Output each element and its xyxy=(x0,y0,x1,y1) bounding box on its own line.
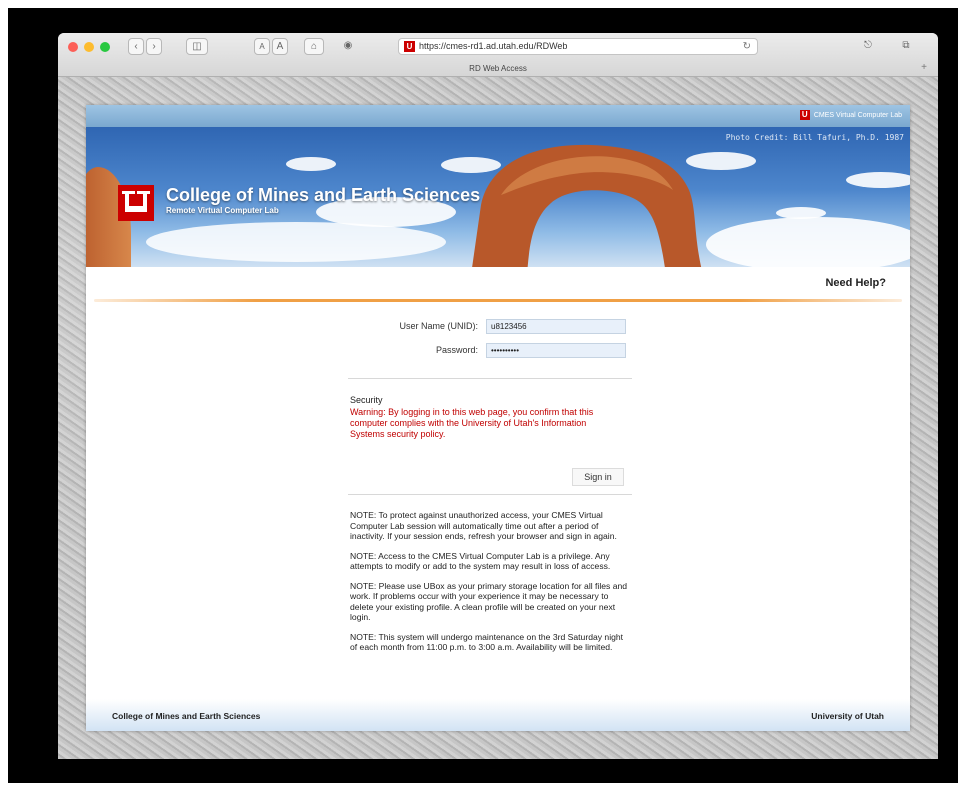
username-row: User Name (UNID): xyxy=(348,315,638,337)
password-row: Password: xyxy=(348,339,638,361)
address-bar[interactable]: U https://cmes-rd1.ad.utah.edu/RDWeb ↻ xyxy=(398,38,758,55)
form-divider xyxy=(348,378,632,379)
orange-divider xyxy=(94,299,902,302)
text-larger-button[interactable]: A xyxy=(272,38,288,55)
university-u-logo xyxy=(118,185,154,221)
top-link-label: CMES Virtual Computer Lab xyxy=(813,111,902,119)
username-input[interactable] xyxy=(486,318,626,334)
window-controls xyxy=(68,42,110,52)
text-smaller-button[interactable]: A xyxy=(254,38,270,55)
url-text: https://cmes-rd1.ad.utah.edu/RDWeb xyxy=(419,41,568,51)
footer-college-name: College of Mines and Earth Sciences xyxy=(112,711,261,721)
help-bar: Need Help? xyxy=(86,267,910,299)
screen-frame: ‹ › ◫ A A ⌂ ◉ U https://cmes-rd1.ad.utah… xyxy=(8,8,958,783)
security-warning: Warning: By logging in to this web page,… xyxy=(350,407,594,439)
cmes-lab-link[interactable]: U CMES Virtual Computer Lab xyxy=(799,110,902,120)
tab-title[interactable]: RD Web Access xyxy=(58,60,938,77)
username-label: User Name (UNID): xyxy=(399,321,478,331)
tabs-overview-icon[interactable]: ⧉ xyxy=(896,38,916,55)
note-item: NOTE: To protect against unauthorized ac… xyxy=(350,510,617,541)
browser-window: ‹ › ◫ A A ⌂ ◉ U https://cmes-rd1.ad.utah… xyxy=(58,33,938,759)
page-title: College of Mines and Earth Sciences xyxy=(166,185,481,205)
password-input[interactable] xyxy=(486,342,626,358)
page-subtitle: Remote Virtual Computer Lab xyxy=(166,206,279,215)
reload-icon[interactable]: ↻ xyxy=(743,39,751,54)
home-icon[interactable]: ⌂ xyxy=(304,38,324,55)
browser-toolbar: ‹ › ◫ A A ⌂ ◉ U https://cmes-rd1.ad.utah… xyxy=(58,33,938,77)
security-title: Security xyxy=(350,395,383,405)
photo-credit: Photo Credit: Bill Tafuri, Ph.D. 1987 xyxy=(725,133,904,142)
sign-in-button[interactable]: Sign in xyxy=(572,468,624,486)
sidebar-icon[interactable]: ◫ xyxy=(186,38,208,55)
delicate-arch-image xyxy=(472,144,702,267)
banner-image: Photo Credit: Bill Tafuri, Ph.D. 1987 Co… xyxy=(86,127,910,267)
back-icon[interactable]: ‹ xyxy=(128,38,144,55)
note-item: NOTE: Access to the CMES Virtual Compute… xyxy=(350,550,611,572)
password-label: Password: xyxy=(435,345,478,355)
zoom-window-button[interactable] xyxy=(100,42,110,52)
new-tab-icon[interactable]: + xyxy=(918,62,930,74)
close-window-button[interactable] xyxy=(68,42,78,52)
page-background: U CMES Virtual Computer Lab Photo Credit… xyxy=(58,77,938,759)
top-strip: U CMES Virtual Computer Lab xyxy=(86,105,910,127)
page-footer: College of Mines and Earth Sciences Univ… xyxy=(86,699,910,731)
share-icon[interactable]: ⎋ xyxy=(858,38,878,55)
rdweb-page: U CMES Virtual Computer Lab Photo Credit… xyxy=(86,105,910,731)
utah-u-small-icon: U xyxy=(799,110,810,120)
login-form: User Name (UNID): Password: xyxy=(348,315,638,363)
notes-section: NOTE: To protect against unauthorized ac… xyxy=(350,510,630,662)
footer-university-name: University of Utah xyxy=(811,711,884,721)
note-item: NOTE: This system will undergo maintenan… xyxy=(350,631,624,653)
need-help-link[interactable]: Need Help? xyxy=(825,277,886,289)
minimize-window-button[interactable] xyxy=(84,42,94,52)
note-item: NOTE: Please use UBox as your primary st… xyxy=(350,580,628,623)
forward-icon[interactable]: › xyxy=(146,38,162,55)
security-notice: Security Warning: By logging in to this … xyxy=(350,395,620,440)
privacy-icon[interactable]: ◉ xyxy=(338,38,358,55)
site-favicon-icon: U xyxy=(404,41,415,52)
signin-divider xyxy=(348,494,632,495)
